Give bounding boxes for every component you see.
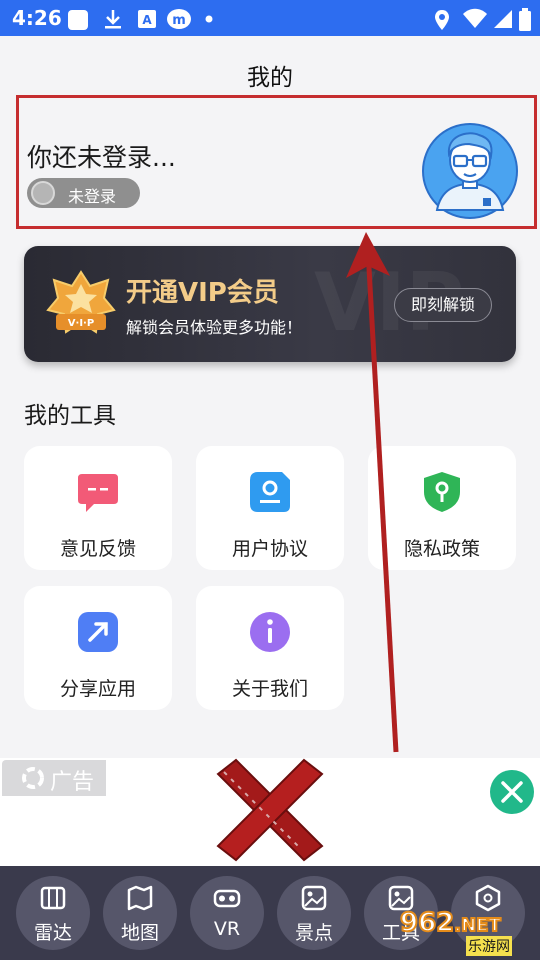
ad-tag: 广告 bbox=[2, 760, 106, 796]
status-time: 4:26 bbox=[12, 6, 62, 30]
share-icon bbox=[78, 612, 118, 652]
tool-about-us[interactable]: 关于我们 bbox=[196, 586, 344, 710]
m-app-icon: m bbox=[167, 9, 191, 29]
notification-square-icon bbox=[68, 10, 88, 30]
battery-icon bbox=[519, 8, 531, 31]
ad-banner[interactable]: 广告 bbox=[0, 758, 540, 866]
tool-share-app[interactable]: 分享应用 bbox=[24, 586, 172, 710]
vip-banner[interactable]: VIP V·I·P 开通VIP会员 解锁会员体验更多功能！ 即刻解锁 bbox=[24, 246, 516, 362]
unlock-vip-button[interactable]: 即刻解锁 bbox=[394, 288, 492, 322]
signal-icon bbox=[494, 10, 512, 28]
watermark-text: 乐游网 bbox=[466, 936, 512, 956]
tool-label: 关于我们 bbox=[231, 678, 308, 700]
tool-label: 隐私政策 bbox=[403, 538, 480, 560]
ad-tag-text: 广告 bbox=[50, 770, 95, 795]
nav-label: 雷达 bbox=[33, 922, 72, 944]
vr-icon bbox=[213, 889, 241, 908]
login-status-badge: 未登录 bbox=[27, 178, 140, 208]
nav-item-map[interactable]: 地图 bbox=[103, 876, 177, 950]
watermark-number: 962.NET bbox=[399, 907, 502, 939]
svg-text:m: m bbox=[172, 13, 186, 28]
feedback-icon bbox=[78, 474, 118, 512]
nav-item-vr[interactable]: VR bbox=[190, 876, 264, 950]
close-icon[interactable] bbox=[490, 770, 534, 814]
download-icon bbox=[105, 10, 121, 29]
ad-refresh-icon bbox=[22, 767, 44, 789]
vip-badge-text: V·I·P bbox=[68, 318, 94, 329]
site-watermark: 962.NET 乐游网 bbox=[392, 906, 540, 960]
tool-label: 意见反馈 bbox=[59, 538, 136, 560]
tool-feedback[interactable]: 意见反馈 bbox=[24, 446, 172, 570]
nav-label: VR bbox=[213, 918, 241, 940]
user-agreement-icon bbox=[250, 472, 290, 512]
vip-badge-icon: V·I·P bbox=[46, 270, 116, 334]
dot-icon bbox=[205, 15, 213, 23]
tool-label: 用户协议 bbox=[231, 538, 308, 560]
nav-item-radar[interactable]: 雷达 bbox=[16, 876, 90, 950]
nav-label: 景点 bbox=[294, 922, 333, 944]
map-icon bbox=[127, 885, 153, 911]
radar-map-icon bbox=[40, 886, 66, 910]
status-bar: 4:26 A m bbox=[0, 0, 540, 36]
avatar[interactable] bbox=[421, 122, 519, 220]
svg-text:A: A bbox=[142, 13, 152, 27]
a-icon: A bbox=[138, 10, 156, 28]
login-hint[interactable]: 你还未登录... bbox=[27, 138, 176, 174]
tool-user-agreement[interactable]: 用户协议 bbox=[196, 446, 344, 570]
nav-item-scenic[interactable]: 景点 bbox=[277, 876, 351, 950]
tool-privacy-policy[interactable]: 隐私政策 bbox=[368, 446, 516, 570]
scenic-icon bbox=[301, 885, 327, 911]
info-icon bbox=[250, 612, 290, 652]
login-status-text: 未登录 bbox=[68, 187, 117, 206]
vip-subtitle: 解锁会员体验更多功能！ bbox=[126, 318, 303, 337]
location-icon bbox=[435, 10, 449, 30]
login-card[interactable]: 你还未登录... 未登录 bbox=[16, 95, 537, 229]
tools-section-title: 我的工具 bbox=[24, 403, 116, 429]
compass-icon bbox=[31, 181, 55, 205]
privacy-shield-icon bbox=[424, 472, 460, 512]
nav-label: 地图 bbox=[120, 922, 159, 944]
vip-title: 开通VIP会员 bbox=[126, 278, 279, 308]
tool-label: 分享应用 bbox=[59, 678, 136, 700]
page-title: 我的 bbox=[247, 65, 293, 91]
wifi-icon bbox=[463, 8, 487, 28]
